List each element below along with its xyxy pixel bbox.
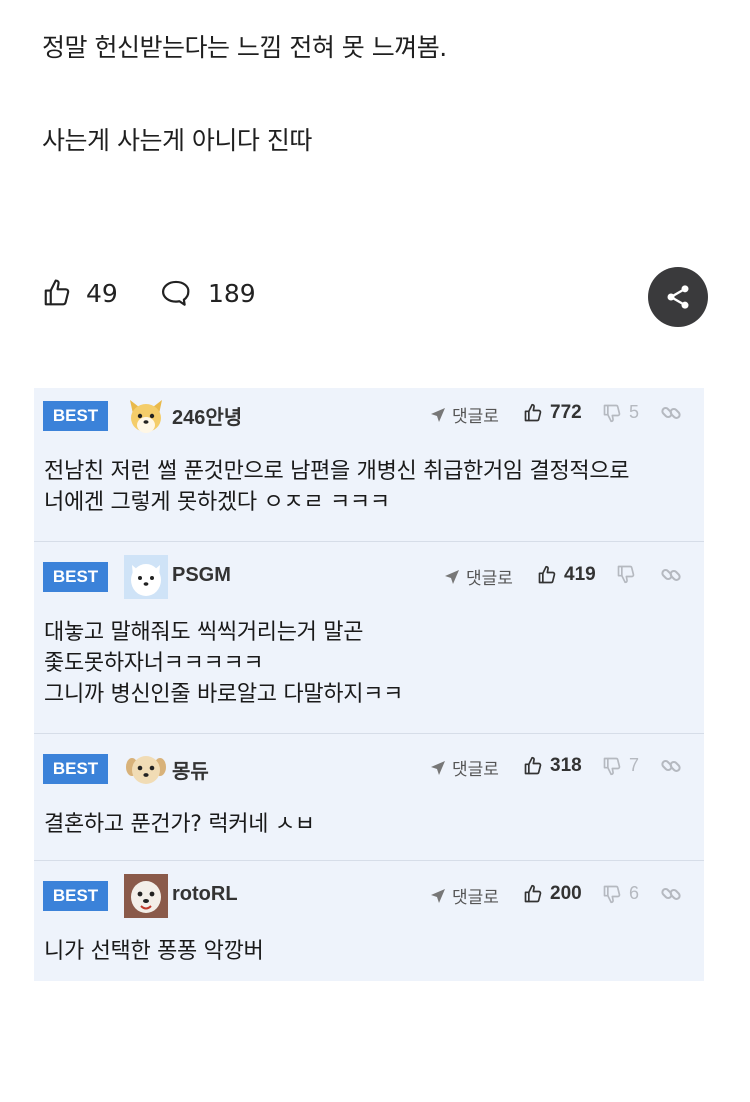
avatar-white-dog-icon[interactable]	[124, 555, 168, 599]
comment-line: 결혼하고 푼건가? 럭커네 ㅅㅂ	[44, 812, 315, 837]
avatar-shiba-icon[interactable]	[124, 394, 168, 438]
post-comment-button[interactable]: 189	[160, 278, 256, 308]
best-comment: BEST 246안녕 댓글로 772 5 전남친 저런 썰 푼것만으로 남편을 …	[34, 388, 704, 542]
upvote-count: 419	[564, 564, 596, 585]
post-comment-count: 189	[208, 278, 256, 308]
comment-line: 전남친 저런 썰 푼것만으로 남편을 개병신 취급한거임 결정적으로	[44, 459, 630, 484]
avatar-puppy-icon[interactable]	[124, 747, 168, 791]
upvote-button[interactable]: 318	[523, 755, 582, 777]
post-text-line-1: 정말 헌신받는다는 느낌 전혀 못 느껴봄.	[42, 33, 447, 62]
upvote-count: 772	[550, 402, 582, 423]
reply-button[interactable]: 댓글로	[430, 883, 499, 908]
best-badge: BEST	[43, 754, 108, 784]
comment-line: 대놓고 말해줘도 씩씩거리는거 말곤	[44, 620, 364, 645]
comment-nickname[interactable]: 246안녕	[172, 401, 242, 430]
best-badge: BEST	[43, 401, 108, 431]
thumbs-up-icon	[524, 403, 542, 422]
comment-line: 그니까 병신인줄 바로알고 다말하지ㅋㅋ	[44, 682, 404, 707]
downvote-count: 7	[629, 755, 640, 775]
avatar-dog-photo-icon[interactable]	[124, 874, 168, 918]
comment-line: 너에겐 그렇게 못하겠다 ㅇㅈㄹ ㅋㅋㅋ	[44, 490, 390, 515]
best-comment: BEST PSGM 댓글로 419 대놓고 말해줘도 씩씩거리는거 말곤 좇도못…	[34, 542, 704, 734]
reply-label: 댓글로	[466, 569, 513, 589]
best-badge: BEST	[43, 881, 108, 911]
best-comment: BEST 몽듀 댓글로 318 7 결혼하고 푼건가? 럭커네 ㅅㅂ	[34, 734, 704, 861]
link-icon[interactable]	[660, 883, 682, 905]
comment-body: 대놓고 말해줘도 씩씩거리는거 말곤 좇도못하자너ㅋㅋㅋㅋㅋ 그니까 병신인줄 …	[44, 617, 403, 710]
thumbs-up-icon	[524, 756, 542, 775]
comment-body: 결혼하고 푼건가? 럭커네 ㅅㅂ	[44, 809, 315, 840]
share-icon	[667, 285, 689, 309]
comment-body: 전남친 저런 썰 푼것만으로 남편을 개병신 취급한거임 결정적으로 너에겐 그…	[44, 456, 630, 518]
post-text-line-2: 사는게 사는게 아니다 진따	[42, 126, 312, 155]
reply-arrow-icon	[445, 569, 459, 584]
link-icon[interactable]	[660, 564, 682, 586]
thumbs-up-icon	[44, 279, 70, 306]
downvote-count: 6	[629, 883, 640, 903]
reply-button[interactable]: 댓글로	[430, 755, 499, 780]
post-like-button[interactable]: 49	[42, 278, 118, 308]
upvote-count: 200	[550, 883, 582, 904]
thumbs-up-icon	[538, 565, 556, 584]
comment-body: 니가 선택한 퐁퐁 악깡버	[44, 936, 264, 967]
reply-label: 댓글로	[452, 760, 499, 780]
thumbs-down-icon	[603, 404, 621, 422]
link-icon[interactable]	[660, 402, 682, 424]
thumbs-down-icon	[603, 885, 621, 903]
best-comment: BEST rotoRL 댓글로 200 6 니가 선택한 퐁퐁 악깡버	[34, 861, 704, 981]
comment-bubble-icon	[161, 280, 190, 306]
downvote-button[interactable]: 6	[602, 883, 639, 904]
thumbs-down-icon	[617, 565, 635, 584]
reply-arrow-icon	[431, 888, 445, 903]
comment-line: 니가 선택한 퐁퐁 악깡버	[44, 939, 264, 964]
reply-arrow-icon	[431, 407, 445, 422]
downvote-count: 5	[629, 402, 640, 422]
reply-button[interactable]: 댓글로	[444, 564, 513, 589]
downvote-button[interactable]: 7	[602, 755, 639, 776]
comment-nickname[interactable]: rotoRL	[172, 883, 238, 906]
reply-arrow-icon	[431, 760, 445, 775]
comment-line: 좇도못하자너ㅋㅋㅋㅋㅋ	[44, 651, 264, 676]
upvote-count: 318	[550, 755, 582, 776]
best-comment-list: BEST 246안녕 댓글로 772 5 전남친 저런 썰 푼것만으로 남편을 …	[34, 388, 704, 981]
upvote-button[interactable]: 419	[537, 564, 596, 586]
link-icon[interactable]	[660, 755, 682, 777]
thumbs-down-icon	[603, 757, 621, 775]
upvote-button[interactable]: 772	[523, 402, 582, 424]
best-badge: BEST	[43, 562, 108, 592]
thumbs-up-icon	[524, 884, 542, 903]
comment-nickname[interactable]: 몽듀	[172, 755, 209, 784]
reply-button[interactable]: 댓글로	[430, 402, 499, 427]
upvote-button[interactable]: 200	[523, 883, 582, 905]
downvote-button[interactable]: 5	[602, 402, 639, 423]
reply-label: 댓글로	[452, 888, 499, 908]
share-button[interactable]	[648, 267, 708, 327]
reply-label: 댓글로	[452, 407, 499, 427]
downvote-button[interactable]	[616, 564, 643, 584]
post-like-count: 49	[86, 278, 118, 308]
comment-nickname[interactable]: PSGM	[172, 564, 231, 587]
